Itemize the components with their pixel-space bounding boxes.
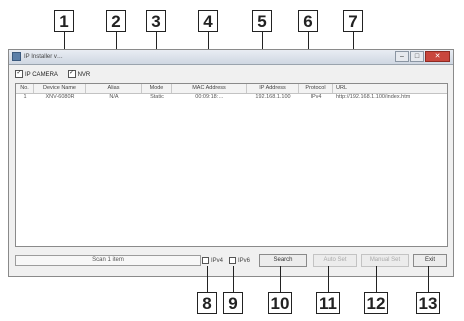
window-title: IP Installer v…: [24, 54, 63, 60]
cell-ip-address: 192.168.1.100: [255, 94, 291, 100]
ip-camera-label: IP CAMERA: [25, 72, 58, 78]
column-header-mode[interactable]: Mode: [142, 84, 172, 93]
callout-11-leader: [328, 266, 329, 292]
title-bar[interactable]: IP Installer v… – □ ✕: [9, 50, 453, 65]
ip-camera-checkbox[interactable]: ✓: [15, 70, 23, 79]
callout-8-leader: [207, 266, 208, 292]
device-type-filters: ✓ IP CAMERA ✓ NVR: [15, 70, 98, 80]
column-header-alias[interactable]: Alias: [86, 84, 142, 93]
callout-10-leader: [280, 266, 281, 292]
callout-8: 8: [197, 292, 217, 314]
cell-device-name: XNV-6080R: [45, 94, 75, 100]
search-button[interactable]: Search: [259, 254, 307, 267]
status-bar: Scan 1 item: [15, 255, 201, 266]
callout-10: 10: [268, 292, 292, 314]
nvr-checkbox[interactable]: ✓: [67, 70, 76, 79]
exit-button[interactable]: Exit: [413, 254, 447, 267]
callout-13: 13: [416, 292, 440, 314]
callout-1: 1: [54, 10, 74, 32]
callout-5: 5: [252, 10, 272, 32]
table-row[interactable]: 1 XNV-6080R N/A Static 00:09:18:… 192.16…: [16, 93, 447, 101]
callout-6: 6: [298, 10, 318, 32]
cell-no: 1: [23, 94, 27, 100]
callout-12-leader: [376, 266, 377, 292]
column-header-protocol[interactable]: Protocol: [299, 84, 333, 93]
cell-protocol: IPv4: [310, 94, 322, 100]
ipv4-label: IPv4: [211, 258, 224, 265]
column-header-device-name[interactable]: Device Name: [34, 84, 86, 93]
callout-13-leader: [428, 266, 429, 292]
ipv6-radio[interactable]: [229, 257, 236, 264]
column-header-ip-address[interactable]: IP Address: [247, 84, 299, 93]
callout-11: 11: [316, 292, 340, 314]
nvr-label: NVR: [77, 72, 91, 78]
ip-camera-filter[interactable]: ✓ IP CAMERA: [15, 70, 58, 80]
callout-12: 12: [364, 292, 388, 314]
ipv4-radio[interactable]: [202, 257, 209, 264]
callout-4: 4: [198, 10, 218, 32]
cell-alias: N/A: [109, 94, 119, 100]
callout-9: 9: [223, 292, 243, 314]
cell-mode: Static: [150, 94, 164, 100]
close-button[interactable]: ✕: [425, 51, 450, 62]
column-header-mac-address[interactable]: MAC Address: [172, 84, 247, 93]
minimize-button[interactable]: –: [395, 51, 409, 62]
device-list[interactable]: No. Device Name Alias Mode MAC Address I…: [15, 83, 448, 247]
ipv6-label: IPv6: [238, 258, 251, 265]
app-icon: [12, 52, 21, 61]
ipv4-option[interactable]: IPv4: [202, 257, 223, 265]
callout-7: 7: [343, 10, 363, 32]
column-header-url[interactable]: URL: [333, 84, 447, 93]
ipv6-option[interactable]: IPv6: [229, 257, 250, 265]
manual-set-button[interactable]: Manual Set: [361, 254, 409, 267]
cell-url: http://192.168.1.100/index.htm: [336, 94, 411, 100]
callout-2: 2: [106, 10, 126, 32]
ip-installer-window: IP Installer v… – □ ✕ ✓ IP CAMERA ✓ NVR No…: [8, 49, 454, 277]
callout-9-leader: [233, 266, 234, 292]
column-header-no[interactable]: No.: [16, 84, 34, 93]
auto-set-button[interactable]: Auto Set: [313, 254, 357, 267]
maximize-button[interactable]: □: [410, 51, 424, 62]
callout-3: 3: [146, 10, 166, 32]
nvr-filter[interactable]: ✓ NVR: [67, 70, 91, 80]
cell-mac-address: 00:09:18:…: [195, 94, 224, 100]
